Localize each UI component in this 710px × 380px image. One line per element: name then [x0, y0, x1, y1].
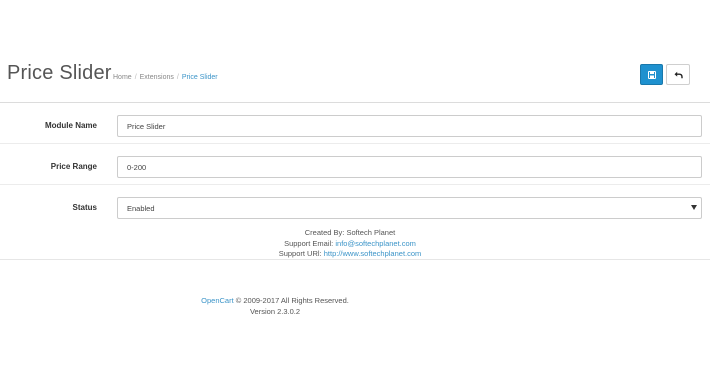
breadcrumb-extensions[interactable]: Extensions [140, 74, 174, 81]
support-url-line: Support URl: http://www.softechplanet.co… [278, 249, 422, 258]
module-name-input[interactable]: Price Slider [117, 115, 702, 137]
version-text: Version 2.3.0.2 [249, 307, 301, 316]
back-arrow-icon [674, 71, 683, 78]
created-by-text: Created By: Softech Planet [304, 228, 396, 237]
copyright-text: © 2009-2017 All Rights Reserved. [235, 296, 349, 305]
breadcrumb-price-slider[interactable]: Price Slider [182, 74, 218, 81]
support-email-link[interactable]: info@softechplanet.com [335, 239, 416, 248]
status-selected-value: Enabled [127, 203, 155, 213]
breadcrumb-separator: / [134, 74, 137, 81]
copyright-line: OpenCart © 2009-2017 All Rights Reserved… [125, 295, 425, 306]
breadcrumb: Home / Extensions / Price Slider [113, 74, 218, 81]
price-range-row: Price Range 0-200 [0, 144, 710, 185]
caret-down-icon [691, 205, 697, 210]
status-label: Status [72, 203, 97, 212]
save-icon [647, 70, 656, 79]
status-row: Status Enabled [0, 185, 710, 226]
extension-credits: Created By: Softech Planet Support Email… [200, 228, 500, 260]
module-name-label: Module Name [44, 121, 97, 130]
module-name-row: Module Name Price Slider [0, 103, 710, 144]
support-email-line: Support Email: info@softechplanet.com [284, 238, 416, 248]
price-range-input[interactable]: 0-200 [117, 156, 702, 178]
breadcrumb-separator: / [176, 74, 179, 81]
opencart-link[interactable]: OpenCart [201, 296, 234, 305]
page-title: Price Slider [7, 62, 112, 84]
breadcrumb-home[interactable]: Home [113, 74, 132, 81]
price-range-label: Price Range [50, 162, 97, 171]
support-url-link[interactable]: http://www.softechplanet.com [324, 249, 422, 258]
back-button[interactable] [666, 64, 690, 85]
save-button[interactable] [640, 64, 663, 85]
page-footer: OpenCart © 2009-2017 All Rights Reserved… [125, 295, 425, 317]
status-select[interactable]: Enabled [117, 197, 702, 219]
